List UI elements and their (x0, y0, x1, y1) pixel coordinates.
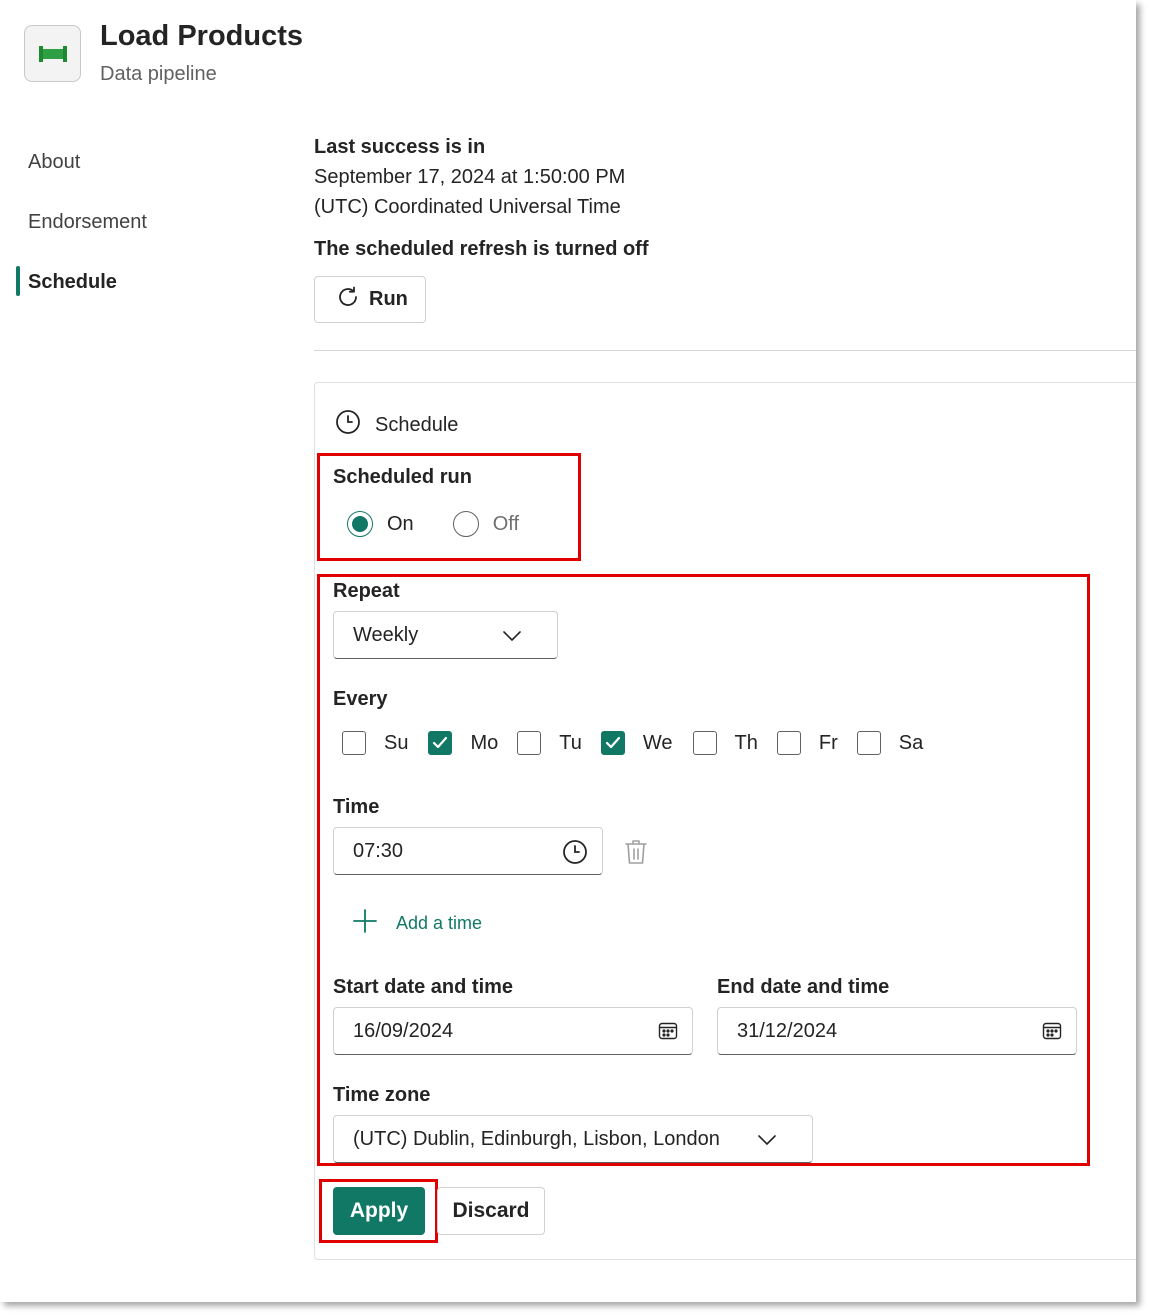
checkbox-mo[interactable] (428, 731, 453, 755)
start-date-value: 16/09/2024 (353, 1019, 454, 1042)
day-label-mo: Mo (470, 731, 499, 754)
settings-panel: Load Products Data pipeline About Endors… (0, 0, 1136, 1302)
nav-active-indicator (16, 266, 20, 296)
last-success-timezone: (UTC) Coordinated Universal Time (314, 196, 621, 218)
end-date-value: 31/12/2024 (737, 1019, 838, 1042)
radio-off[interactable] (452, 511, 479, 537)
day-label-tu: Tu (559, 731, 582, 754)
time-label: Time (333, 796, 380, 818)
day-label-we: We (642, 731, 673, 754)
apply-button[interactable]: Apply (333, 1187, 425, 1235)
run-button-label: Run (369, 288, 408, 310)
scheduled-run-label: Scheduled run (333, 466, 472, 488)
weekday-checkboxes: Su Mo Tu We Th Fr Sa (342, 731, 923, 755)
last-success-label: Last success is in (314, 136, 486, 158)
checkbox-fr[interactable] (776, 731, 801, 755)
nav-item-endorsement[interactable]: Endorsement (28, 211, 147, 234)
discard-button[interactable]: Discard (437, 1187, 545, 1235)
radio-on[interactable] (347, 511, 373, 537)
timezone-label: Time zone (333, 1084, 431, 1106)
repeat-label: Repeat (333, 580, 400, 602)
end-date-input[interactable]: 31/12/2024 (717, 1007, 1077, 1055)
nav-item-about[interactable]: About (28, 151, 80, 174)
radio-off-label: Off (492, 512, 519, 535)
checkbox-tu[interactable] (517, 731, 542, 755)
day-label-su: Su (384, 731, 409, 754)
refresh-status: The scheduled refresh is turned off (314, 238, 649, 260)
plus-icon (352, 908, 378, 939)
add-time-link[interactable]: Add a time (352, 908, 482, 939)
calendar-icon[interactable] (658, 1021, 678, 1047)
run-button[interactable]: Run (314, 276, 426, 323)
divider (314, 350, 1136, 351)
scheduled-run-radio-group: On Off (347, 511, 519, 537)
checkbox-su[interactable] (342, 731, 366, 755)
clock-icon (335, 409, 361, 441)
calendar-icon[interactable] (1042, 1021, 1062, 1047)
page-title: Load Products (100, 20, 304, 52)
page-subtitle: Data pipeline (100, 63, 217, 85)
every-label: Every (333, 688, 388, 710)
repeat-value: Weekly (353, 623, 419, 646)
schedule-title: Schedule (375, 413, 459, 436)
end-date-label: End date and time (717, 976, 890, 998)
start-date-label: Start date and time (333, 976, 514, 998)
timezone-value: (UTC) Dublin, Edinburgh, Lisbon, London (353, 1127, 720, 1150)
add-time-label: Add a time (396, 913, 483, 933)
day-label-fr: Fr (818, 731, 838, 754)
nav-item-schedule[interactable]: Schedule (28, 271, 117, 294)
radio-on-label: On (387, 512, 414, 535)
chevron-down-icon (756, 1130, 778, 1156)
pipeline-icon (24, 25, 81, 82)
chevron-down-icon (501, 626, 523, 652)
checkbox-we[interactable] (600, 731, 625, 755)
schedule-header: Schedule (335, 409, 458, 441)
repeat-dropdown[interactable]: Weekly (333, 611, 558, 659)
day-label-th: Th (734, 731, 758, 754)
checkbox-sa[interactable] (856, 731, 881, 755)
day-label-sa: Sa (898, 731, 924, 754)
time-value: 07:30 (353, 839, 404, 862)
checkbox-th[interactable] (692, 731, 717, 755)
timezone-dropdown[interactable]: (UTC) Dublin, Edinburgh, Lisbon, London (333, 1115, 813, 1163)
time-input[interactable]: 07:30 (333, 827, 603, 875)
start-date-input[interactable]: 16/09/2024 (333, 1007, 693, 1055)
last-success-datetime: September 17, 2024 at 1:50:00 PM (314, 166, 626, 188)
clock-icon[interactable] (562, 839, 588, 871)
refresh-icon (336, 285, 360, 315)
trash-icon[interactable] (624, 838, 648, 871)
